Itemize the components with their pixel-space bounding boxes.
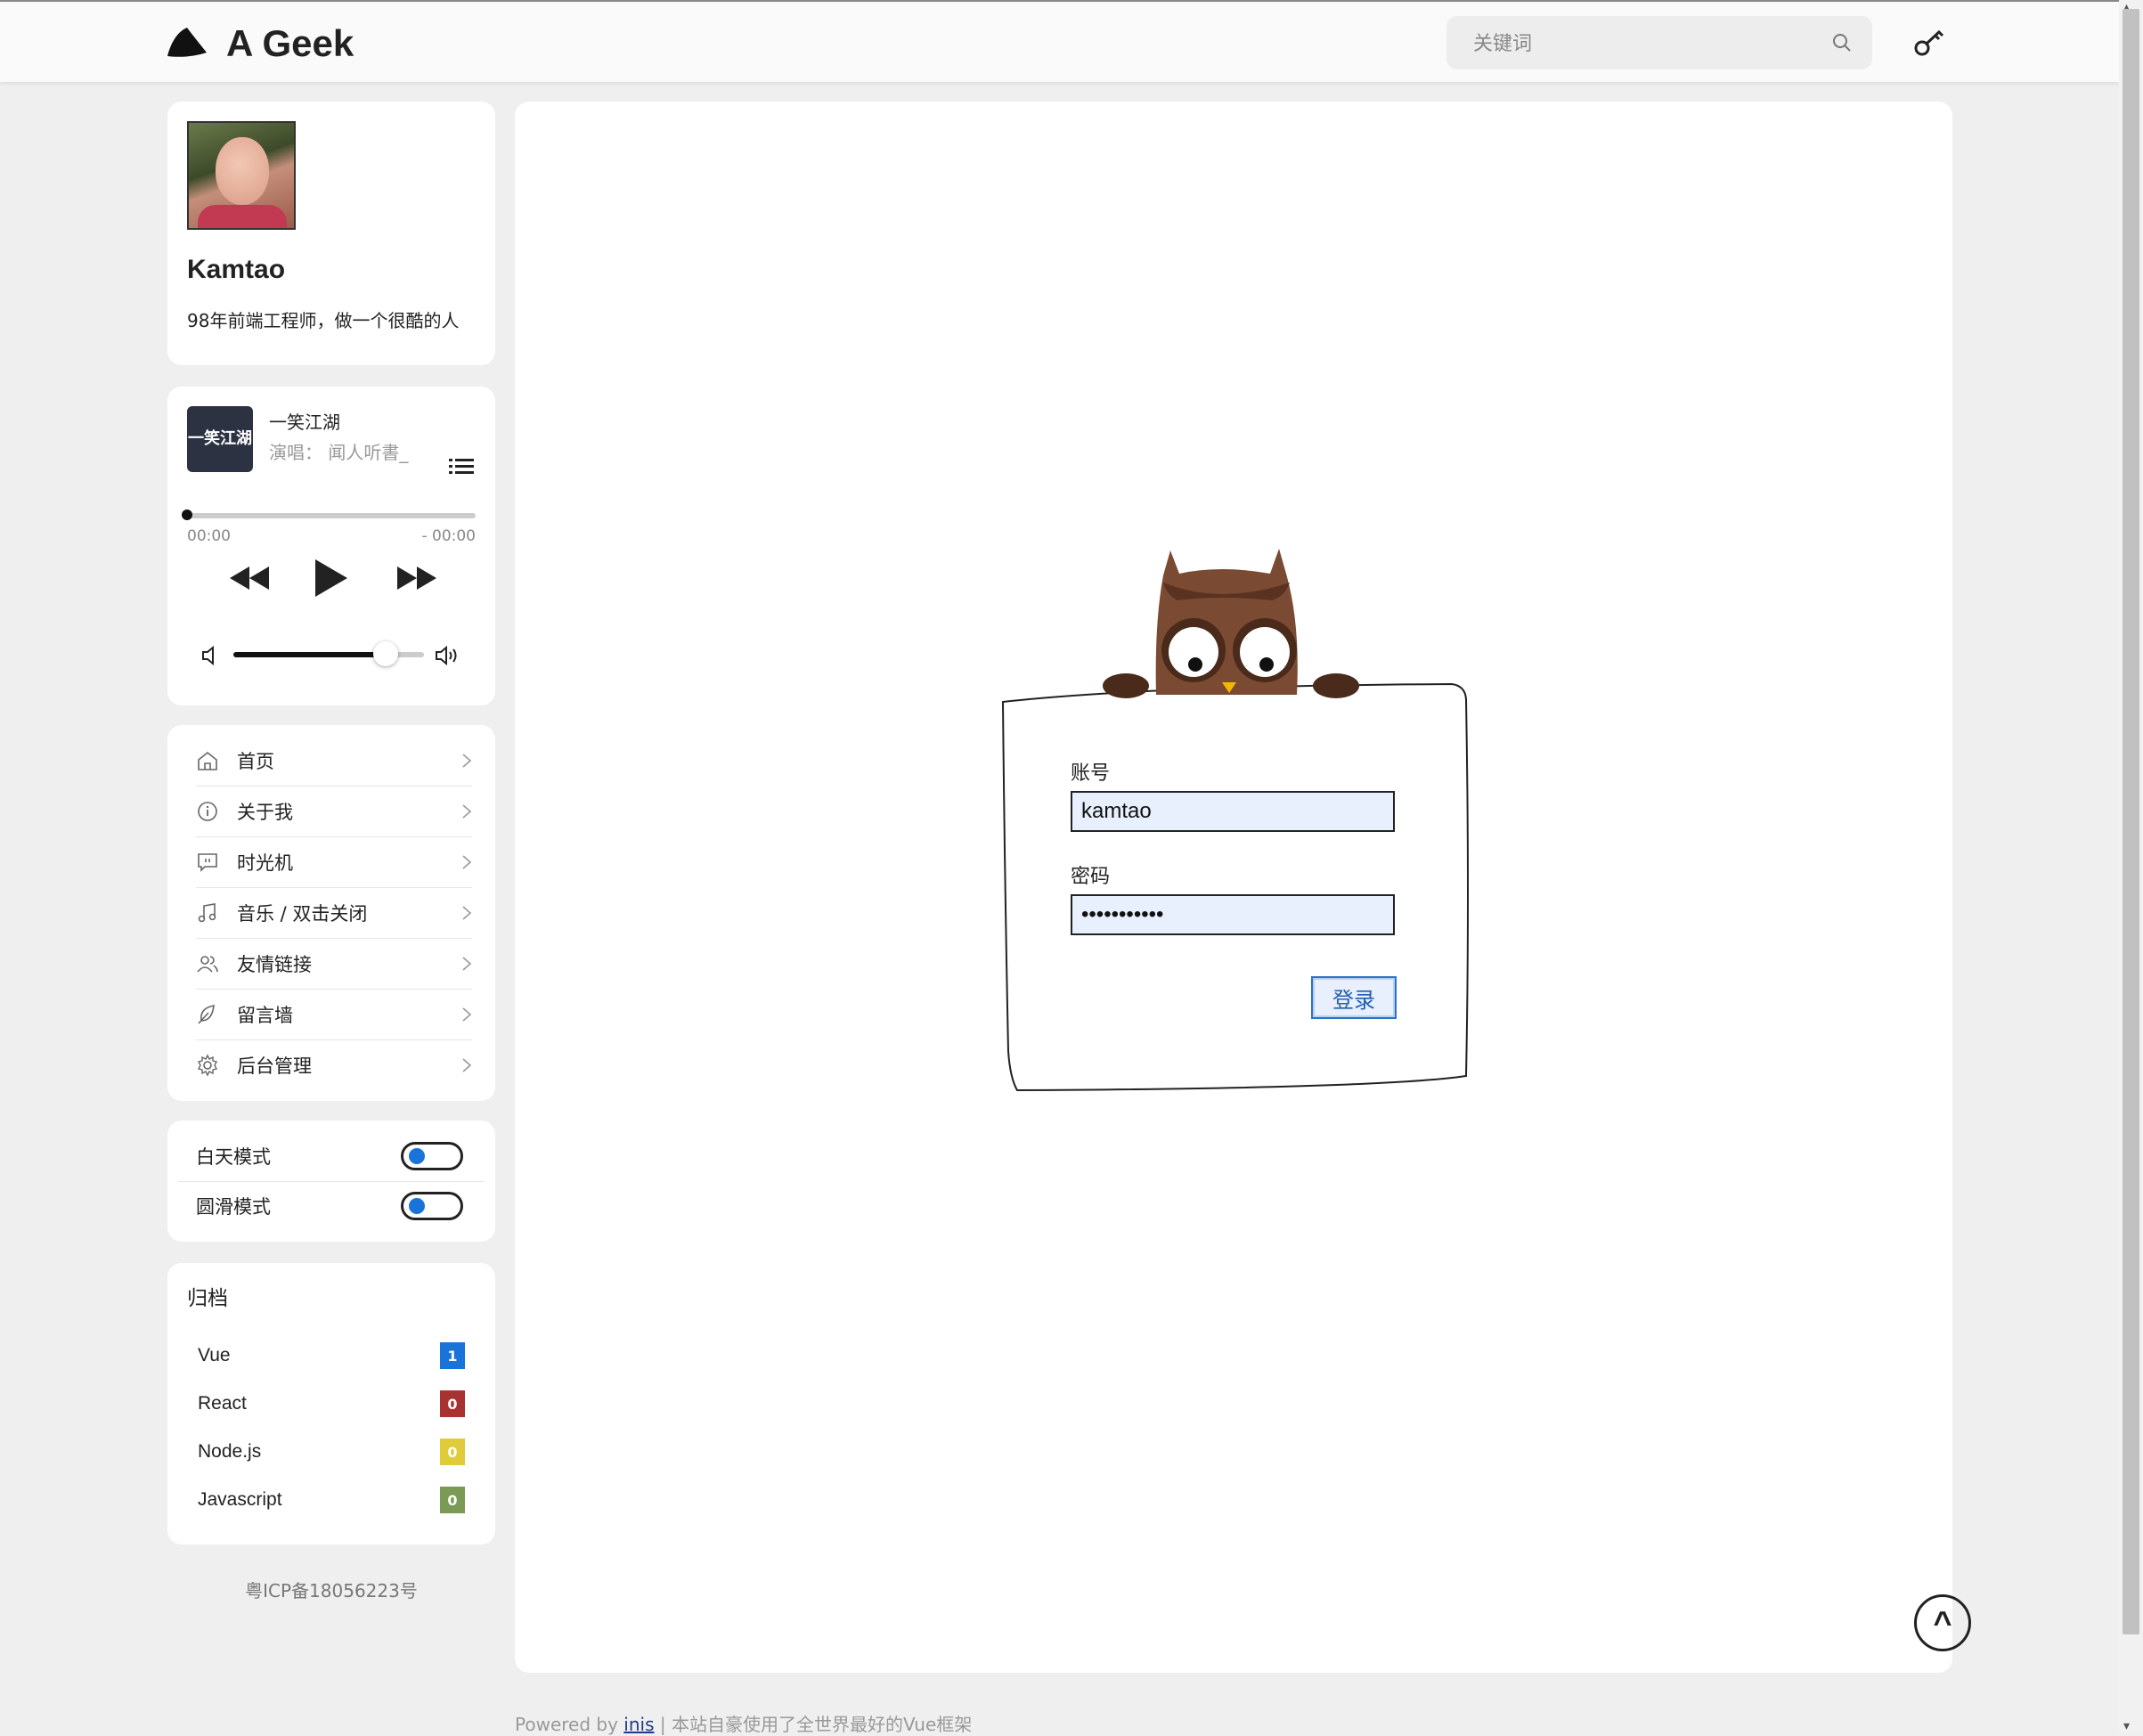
login-button[interactable]: 登录: [1311, 976, 1397, 1019]
footer-prefix: Powered by: [515, 1714, 624, 1735]
smooth-mode-label: 圆滑模式: [196, 1196, 271, 1218]
archive-item-label: Node.js: [198, 1441, 262, 1462]
profile-name: Kamtao: [187, 255, 286, 284]
account-label: 账号: [1071, 762, 1111, 785]
sidebar-nav: 首页 关于我 时光机 音乐 / 双击关闭 友情链接 留言墙 后台管理: [167, 725, 495, 1101]
users-icon: [197, 956, 218, 973]
chevron-right-icon: [462, 855, 472, 869]
chevron-right-icon: [462, 1058, 472, 1072]
play-icon[interactable]: [314, 558, 349, 599]
archive-card: 归档 Vue 1 React 0 Node.js 0 Javascript 0: [167, 1263, 495, 1544]
sidebar-item-home[interactable]: 首页: [196, 736, 472, 786]
day-mode-toggle[interactable]: [401, 1142, 463, 1170]
archive-item-nodejs[interactable]: Node.js 0: [198, 1434, 465, 1470]
day-mode-label: 白天模式: [196, 1146, 271, 1168]
password-input[interactable]: [1071, 894, 1395, 935]
archive-item-javascript[interactable]: Javascript 0: [198, 1482, 465, 1518]
day-mode-row: 白天模式: [178, 1131, 485, 1182]
search-box: [1446, 16, 1872, 71]
icp-record[interactable]: 粤ICP备18056223号: [167, 1577, 495, 1602]
info-icon: [198, 802, 217, 821]
progress-knob[interactable]: [182, 509, 192, 520]
profile-card: Kamtao 98年前端工程师，做一个很酷的人: [167, 102, 495, 365]
count-badge: 0: [440, 1439, 465, 1465]
smooth-mode-toggle[interactable]: [401, 1192, 463, 1220]
sidebar-item-label: 音乐 / 双击关闭: [237, 903, 368, 925]
site-logo[interactable]: A Geek: [166, 21, 354, 66]
chevron-right-icon: [462, 1007, 472, 1022]
song-title: 一笑江湖: [269, 412, 340, 433]
mode-settings: 白天模式 圆滑模式: [167, 1121, 495, 1242]
chevron-right-icon: [462, 957, 472, 971]
sidebar-item-label: 后台管理: [237, 1055, 312, 1077]
previous-icon[interactable]: [228, 565, 271, 591]
chevron-right-icon: [462, 804, 472, 819]
sidebar-item-about[interactable]: 关于我: [196, 786, 472, 837]
time-remaining: - 00:00: [421, 527, 476, 545]
password-label: 密码: [1071, 866, 1111, 888]
sidebar-item-label: 留言墙: [237, 1005, 293, 1026]
scrollbar-thumb[interactable]: [2123, 9, 2139, 1634]
footer-suffix: | 本站自豪使用了全世界最好的Vue框架: [654, 1714, 973, 1735]
archive-heading: 归档: [187, 1287, 228, 1310]
archive-item-vue[interactable]: Vue 1: [198, 1338, 465, 1373]
search-input[interactable]: [1471, 16, 1813, 71]
back-to-top-button[interactable]: ^: [1914, 1594, 1971, 1651]
volume-high-icon[interactable]: [435, 645, 461, 666]
search-icon[interactable]: [1831, 32, 1853, 53]
sidebar-item-label: 关于我: [237, 802, 293, 823]
time-elapsed: 00:00: [187, 527, 231, 545]
sidebar-item-label: 友情链接: [237, 954, 312, 975]
site-title: A Geek: [226, 22, 354, 64]
archive-item-label: React: [198, 1393, 247, 1414]
account-input[interactable]: [1071, 791, 1395, 832]
playlist-icon[interactable]: [449, 456, 474, 477]
volume-knob[interactable]: [373, 641, 399, 666]
album-cover: 一笑江湖: [187, 406, 253, 472]
song-artist: 演唱： 闻人听書_: [269, 442, 409, 463]
key-icon[interactable]: [1913, 27, 1945, 59]
footer: Powered by inis | 本站自豪使用了全世界最好的Vue框架: [515, 1710, 972, 1736]
volume-slider[interactable]: [233, 641, 424, 666]
sidebar-item-label: 首页: [237, 751, 274, 772]
gear-icon: [197, 1054, 218, 1077]
chevron-right-icon: [462, 754, 472, 768]
scrollbar[interactable]: ▴ ▾: [2119, 0, 2143, 1733]
count-badge: 0: [440, 1390, 465, 1417]
count-badge: 1: [440, 1342, 465, 1369]
archive-item-react[interactable]: React 0: [198, 1386, 465, 1422]
archive-item-label: Vue: [198, 1345, 231, 1365]
sidebar-item-guestbook[interactable]: 留言墙: [196, 990, 472, 1040]
logo-icon: [167, 28, 207, 57]
next-icon[interactable]: [395, 565, 438, 591]
avatar: [187, 121, 296, 230]
volume-fill: [233, 652, 387, 657]
sidebar-item-admin[interactable]: 后台管理: [196, 1040, 472, 1090]
chevron-right-icon: [462, 906, 472, 920]
count-badge: 0: [440, 1487, 465, 1513]
footer-link[interactable]: inis: [623, 1714, 654, 1735]
volume-low-icon[interactable]: [201, 645, 219, 666]
feather-icon: [198, 1005, 215, 1024]
music-icon: [198, 903, 216, 923]
music-player: 一笑江湖 一笑江湖 演唱： 闻人听書_ 00:00 - 00:00: [167, 387, 495, 705]
profile-bio: 98年前端工程师，做一个很酷的人: [187, 310, 460, 331]
sidebar-item-timeline[interactable]: 时光机: [196, 837, 472, 888]
home-icon: [198, 751, 217, 770]
smooth-mode-row: 圆滑模式: [178, 1181, 485, 1231]
top-navbar: A Geek: [0, 0, 2119, 82]
sidebar-item-friends[interactable]: 友情链接: [196, 939, 472, 990]
archive-item-label: Javascript: [198, 1489, 282, 1510]
sidebar-item-music[interactable]: 音乐 / 双击关闭: [196, 888, 472, 939]
progress-bar[interactable]: [182, 509, 476, 520]
sidebar-item-label: 时光机: [237, 852, 293, 874]
message-icon: [198, 853, 217, 872]
scroll-down-icon[interactable]: ▾: [2123, 1719, 2130, 1733]
